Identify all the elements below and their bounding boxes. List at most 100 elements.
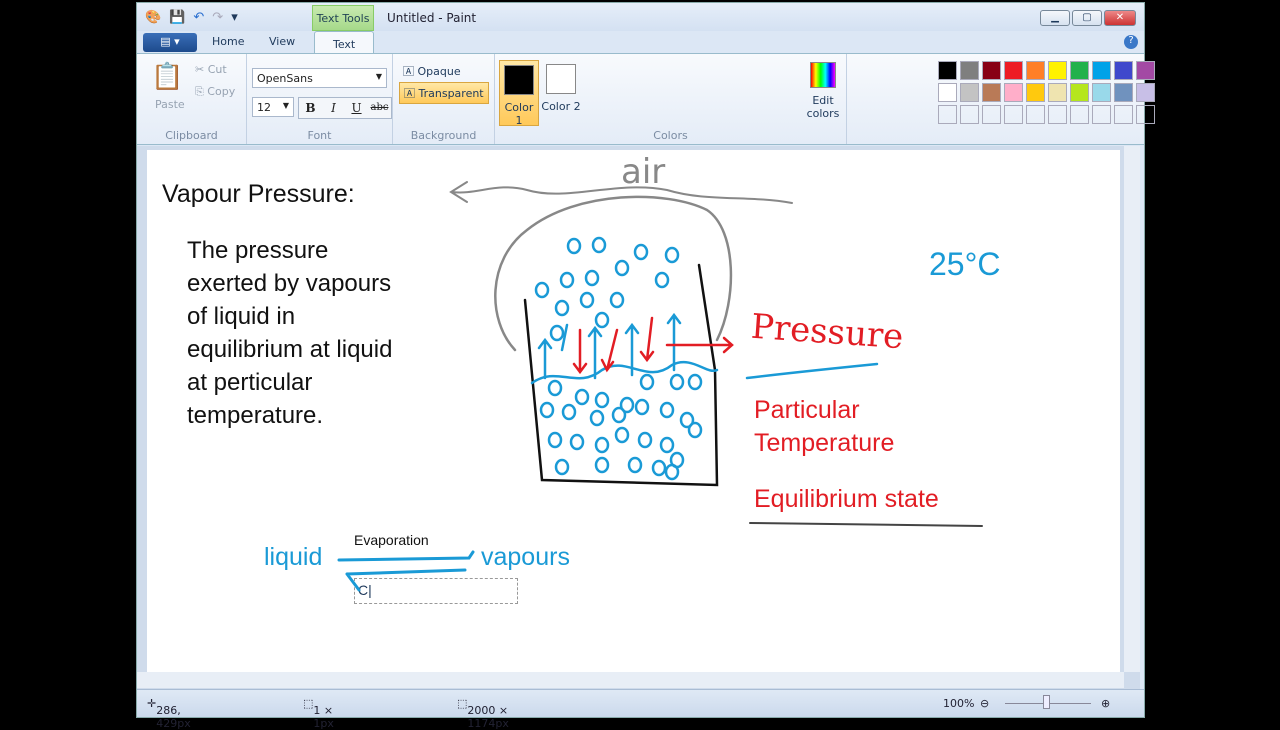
strikethrough-button[interactable]: abc xyxy=(368,98,391,118)
palette-swatch[interactable] xyxy=(938,83,957,102)
window-title: Untitled - Paint xyxy=(387,11,477,25)
equilibrium-underline xyxy=(749,522,983,527)
palette-swatch[interactable] xyxy=(1070,61,1089,80)
canvas-area: Vapour Pressure: The pressure exerted by… xyxy=(137,146,1140,689)
palette-swatch[interactable] xyxy=(1048,83,1067,102)
particle xyxy=(639,373,655,391)
tab-text[interactable]: Text xyxy=(314,31,375,54)
palette-swatch[interactable] xyxy=(938,61,957,80)
color1-swatch xyxy=(504,65,534,95)
palette-swatch[interactable] xyxy=(1048,61,1067,80)
liquid-surface xyxy=(530,361,719,385)
particle xyxy=(594,391,610,409)
particle xyxy=(554,458,570,476)
edit-colors-button[interactable]: Edit colors xyxy=(801,62,845,120)
bold-button[interactable]: B xyxy=(299,98,322,118)
palette-swatch[interactable] xyxy=(1136,61,1155,80)
palette-swatch[interactable] xyxy=(982,83,1001,102)
paint-app-icon[interactable]: 🎨 xyxy=(145,10,161,25)
palette-swatch[interactable] xyxy=(1114,61,1133,80)
palette-swatch[interactable] xyxy=(960,105,979,124)
font-family-value: OpenSans xyxy=(257,72,313,85)
quick-access-toolbar: 🎨 💾 ↶ ↷ ▾ xyxy=(145,10,238,25)
tab-view[interactable]: View xyxy=(269,35,295,48)
opaque-button[interactable]: 🄰 Opaque xyxy=(399,61,465,81)
paint-menu-button[interactable]: ▤ ▾ xyxy=(143,33,197,52)
particle xyxy=(574,388,590,406)
palette-swatch[interactable] xyxy=(1026,83,1045,102)
zoom-in-button[interactable]: ⊕ xyxy=(1101,697,1110,710)
palette-swatch[interactable] xyxy=(982,105,1001,124)
tab-home[interactable]: Home xyxy=(212,35,244,48)
italic-button[interactable]: I xyxy=(322,98,345,118)
palette-swatch[interactable] xyxy=(1114,83,1133,102)
particle xyxy=(614,426,630,444)
undo-icon[interactable]: ↶ xyxy=(193,10,204,25)
redo-icon[interactable]: ↷ xyxy=(212,10,223,25)
particle xyxy=(687,373,703,391)
paint-window: 🎨 💾 ↶ ↷ ▾ Text Tools Untitled - Paint ▁ … xyxy=(136,2,1155,730)
palette-swatch[interactable] xyxy=(1004,105,1023,124)
palette-swatch[interactable] xyxy=(1026,61,1045,80)
minimize-button[interactable]: ▁ xyxy=(1040,10,1070,26)
palette-swatch[interactable] xyxy=(982,61,1001,80)
particular-line: Particular xyxy=(754,396,860,424)
horizontal-scrollbar[interactable] xyxy=(137,672,1124,688)
color-palette xyxy=(938,61,1155,124)
particle xyxy=(566,237,582,255)
palette-swatch[interactable] xyxy=(1092,83,1111,102)
palette-swatch[interactable] xyxy=(1004,83,1023,102)
color1-button[interactable]: Color 1 xyxy=(499,60,539,127)
palette-swatch[interactable] xyxy=(960,61,979,80)
color2-button[interactable]: Color 2 xyxy=(541,60,581,126)
particle xyxy=(554,299,570,317)
cursor-position: ✛ 286, 429px xyxy=(147,697,191,730)
font-family-select[interactable]: OpenSans ▼ xyxy=(252,68,387,88)
palette-swatch[interactable] xyxy=(1136,83,1155,102)
particle xyxy=(549,324,565,342)
palette-swatch[interactable] xyxy=(1048,105,1067,124)
save-icon[interactable]: 💾 xyxy=(169,10,185,25)
transparent-button[interactable]: 🄰 Transparent xyxy=(399,82,489,104)
palette-swatch[interactable] xyxy=(1092,61,1111,80)
particle xyxy=(627,456,643,474)
underline-button[interactable]: U xyxy=(345,98,368,118)
particle xyxy=(611,406,627,424)
beaker-outline xyxy=(523,263,719,487)
particle xyxy=(669,373,685,391)
customize-qat-icon[interactable]: ▾ xyxy=(231,10,238,25)
selection-value: 1 × 1px xyxy=(313,704,334,730)
definition-line: at perticular xyxy=(187,369,313,396)
opaque-icon: 🄰 xyxy=(403,65,414,78)
particle xyxy=(594,311,610,329)
palette-swatch[interactable] xyxy=(1070,105,1089,124)
ribbon: 📋 Paste ✂ Cut ⎘ Copy Clipboard OpenSans ▼… xyxy=(137,53,1155,145)
palette-swatch[interactable] xyxy=(1070,83,1089,102)
zoom-slider-thumb[interactable] xyxy=(1043,695,1050,709)
text-input-box[interactable]: C| xyxy=(354,578,518,604)
particle xyxy=(664,246,680,264)
palette-swatch[interactable] xyxy=(1114,105,1133,124)
palette-swatch[interactable] xyxy=(1004,61,1023,80)
close-button[interactable]: ✕ xyxy=(1104,10,1136,26)
font-size-select[interactable]: 12 ▼ xyxy=(252,97,294,117)
zoom-out-button[interactable]: ⊖ xyxy=(980,697,989,710)
particle xyxy=(634,398,650,416)
palette-swatch[interactable] xyxy=(1136,105,1155,124)
palette-swatch[interactable] xyxy=(1092,105,1111,124)
paste-button[interactable]: Paste xyxy=(155,98,185,111)
vertical-scrollbar[interactable] xyxy=(1124,146,1140,672)
palette-swatch[interactable] xyxy=(960,83,979,102)
help-icon[interactable]: ? xyxy=(1124,35,1138,49)
particle xyxy=(534,281,550,299)
vapours-text: vapours xyxy=(481,543,570,571)
definition-line: temperature. xyxy=(187,402,324,429)
drawing-canvas[interactable]: Vapour Pressure: The pressure exerted by… xyxy=(147,150,1120,672)
particle xyxy=(594,436,610,454)
copy-button[interactable]: ⎘ Copy xyxy=(195,85,235,99)
palette-swatch[interactable] xyxy=(938,105,957,124)
palette-swatch[interactable] xyxy=(1026,105,1045,124)
transparent-icon: 🄰 xyxy=(404,87,415,100)
maximize-button[interactable]: ▢ xyxy=(1072,10,1102,26)
cut-button[interactable]: ✂ Cut xyxy=(195,63,227,76)
